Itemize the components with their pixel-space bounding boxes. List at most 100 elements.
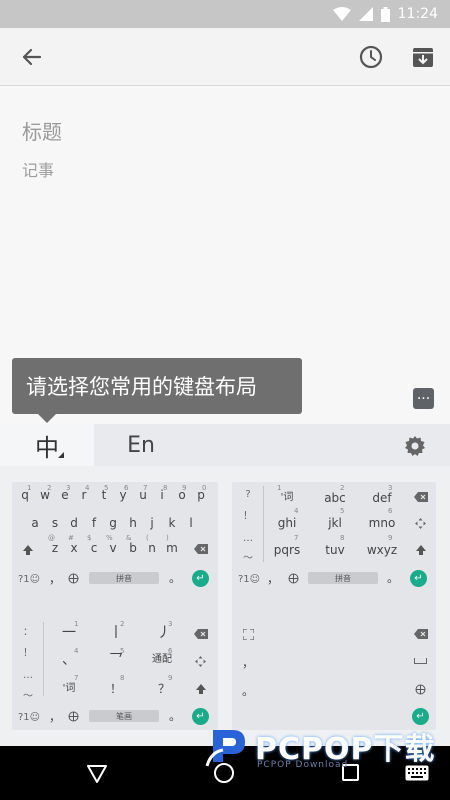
globe-icon (68, 573, 79, 584)
key-f: f (91, 516, 97, 530)
key-y: y (119, 488, 127, 502)
key-stroke-zhe: 乛 (109, 652, 123, 668)
more-options-button[interactable]: ··· (413, 388, 434, 409)
tab-chinese-label: 中 (35, 433, 59, 462)
period-key: 。 (169, 709, 182, 723)
app-bar (0, 28, 450, 86)
comma-key: ， (267, 572, 280, 586)
key-t9-5: jkl (328, 516, 342, 530)
tab-english-label: En (127, 432, 155, 458)
space-bar-icon (414, 658, 427, 664)
globe-icon (415, 684, 426, 695)
side-key: ： (23, 627, 33, 638)
reminder-clock-icon[interactable] (355, 41, 387, 73)
back-arrow-icon[interactable] (16, 42, 46, 72)
layout-option-qwerty[interactable]: 1 q 2 w 3 e 4 r 5 t 6 y 7 u 8 i 9 o 0 p … (12, 482, 218, 624)
key-s: s (51, 516, 59, 530)
tab-english[interactable]: En (94, 424, 188, 466)
key-c: c (90, 541, 98, 555)
cursor-move-icon (415, 518, 426, 529)
hint-key: 9 (388, 534, 393, 542)
key-t9-9: wxyz (366, 543, 398, 557)
backspace-icon (194, 544, 208, 554)
comma-key: ， (49, 710, 62, 724)
enter-icon: ↵ (192, 570, 209, 587)
side-key: ? (245, 489, 251, 500)
key-h: h (129, 516, 137, 530)
hint-key: 7 (74, 674, 79, 682)
key-stroke-question: ？ (157, 682, 170, 696)
key-r: r (81, 488, 87, 502)
key-stroke-word: '词 (62, 683, 76, 694)
keyboard-tabs: 中 En (0, 424, 450, 466)
key-t9-1: '词 (280, 492, 294, 503)
watermark-subtitle: PCPOP Download (257, 760, 349, 770)
backspace-icon (194, 629, 208, 639)
side-key: … (243, 533, 253, 544)
key-stroke-dian: 、 (62, 652, 76, 668)
layout-option-t9[interactable]: ? ！ … ～ 1 '词 2 abc 3 def 4 ghi 5 jkl 6 m… (232, 482, 436, 624)
battery-icon (380, 6, 390, 22)
key-z: z (51, 541, 59, 555)
tab-chinese[interactable]: 中 (0, 424, 94, 466)
hint-key: 6 (388, 507, 393, 515)
keyboard-layout-tooltip: 请选择您常用的键盘布局 (12, 358, 302, 414)
archive-icon[interactable] (407, 41, 439, 73)
key-t9-8: tuv (325, 543, 345, 557)
pcpop-logo-icon (205, 730, 245, 767)
layout-option-handwriting[interactable]: ， 。 ↵ (232, 616, 436, 730)
layout-option-stroke[interactable]: ： ！ … ～ 1 一 2 丨 3 丿 4 、 5 乛 6 通配 7 '词 8 … (12, 616, 218, 730)
side-key: ～ (243, 553, 253, 564)
column-divider (263, 486, 264, 562)
column-divider (43, 622, 44, 696)
symbols-key: ?1☺ (17, 712, 41, 723)
watermark: PCPOP下载 PCPOP Download (203, 718, 443, 782)
key-stroke-heng: 一 (62, 625, 76, 641)
signal-icon (358, 7, 373, 21)
nav-back-icon[interactable] (86, 764, 108, 784)
side-key: … (23, 670, 33, 681)
key-p: p (197, 488, 205, 502)
shift-icon (23, 545, 33, 555)
key-d: d (70, 516, 78, 530)
cursor-move-icon (195, 656, 206, 667)
comma-key: ， (49, 572, 62, 586)
space-key: 拼音 (308, 572, 378, 584)
shift-icon (196, 684, 206, 694)
key-o: o (178, 488, 186, 502)
key-m: m (166, 541, 178, 555)
side-key: ！ (243, 511, 253, 522)
period-key: 。 (387, 571, 400, 585)
note-title-field[interactable]: 标题 (22, 116, 62, 145)
globe-icon (288, 573, 299, 584)
hint-key: 4 (294, 507, 299, 515)
key-t9-3: def (372, 491, 392, 505)
key-b: b (129, 541, 137, 555)
note-body-field[interactable]: 记事 (22, 157, 54, 181)
symbols-key: ?1☺ (17, 574, 41, 585)
key-n: n (148, 541, 156, 555)
corner-indicator-icon (58, 452, 64, 458)
status-time: 11:24 (397, 6, 438, 22)
side-key: ！ (23, 648, 33, 659)
key-stroke-pie: 丿 (157, 625, 171, 641)
status-bar: 11:24 (0, 0, 450, 28)
more-icon: ··· (416, 390, 431, 407)
key-l: l (189, 516, 193, 530)
backspace-icon (414, 629, 428, 639)
keyboard-layout-picker: 中 En 1 q 2 w 3 e 4 r 5 t 6 y 7 u 8 i 9 o… (0, 424, 450, 746)
globe-icon (68, 711, 79, 722)
key-a: a (31, 516, 39, 530)
symbols-key: ?1☺ (237, 574, 261, 585)
wifi-icon (332, 7, 351, 21)
key-t9-6: mno (368, 516, 396, 530)
space-key: 拼音 (89, 572, 159, 584)
fullscreen-icon (243, 629, 254, 640)
hint-key: 8 (120, 674, 125, 682)
settings-gear-icon[interactable] (403, 434, 427, 458)
hint-key: 9 (168, 674, 173, 682)
side-key: ～ (23, 691, 33, 702)
key-t9-2: abc (324, 491, 346, 505)
shift-icon (416, 545, 426, 555)
key-t9-7: pqrs (273, 543, 301, 557)
